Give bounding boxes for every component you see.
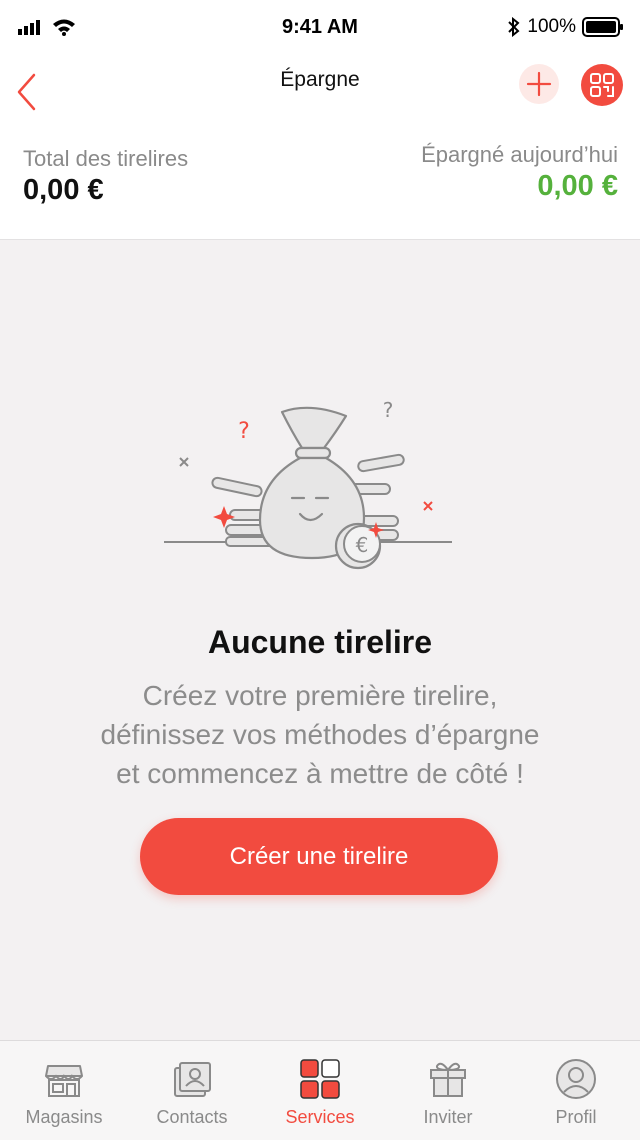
svg-text:?: ? — [383, 398, 394, 422]
status-bar: 9:41 AM 100% — [0, 0, 640, 56]
total-value: 0,00 € — [23, 174, 104, 206]
gift-icon — [430, 1062, 466, 1097]
description-line: Créez votre première tirelire, — [142, 680, 498, 711]
status-right: 100% — [507, 16, 624, 38]
svg-text:€: € — [356, 533, 369, 557]
services-grid-icon — [300, 1059, 340, 1099]
money-bag-illustration: € ? ? — [164, 398, 452, 570]
profile-icon — [556, 1059, 596, 1099]
empty-state-title: Aucune tirelire — [207, 624, 433, 660]
description-line: et commencez à mettre de côté ! — [116, 758, 524, 789]
total-label: Total des tirelires — [23, 146, 189, 171]
tab-label: Contacts — [156, 1107, 228, 1127]
bluetooth-icon — [508, 17, 520, 37]
create-piggybank-button[interactable]: Créer une tirelire — [140, 818, 498, 895]
battery-icon — [582, 17, 623, 37]
total-piggybanks: Total des tirelires 0,00 € — [23, 146, 188, 207]
tab-contacts[interactable]: Contacts — [128, 1041, 256, 1140]
tab-label: Magasins — [25, 1107, 103, 1127]
savings-summary: Total des tirelires 0,00 € Épargné aujou… — [0, 120, 640, 240]
plus-icon — [526, 71, 552, 97]
add-piggybank-button[interactable] — [519, 64, 559, 104]
tab-label: Services — [285, 1107, 355, 1127]
today-label: Épargné aujourd’hui — [421, 142, 618, 167]
qr-code-button[interactable] — [581, 64, 623, 106]
tab-bar: Magasins Contacts Services Inviter Profi… — [0, 1040, 640, 1140]
description-line: définissez vos méthodes d’épargne — [100, 719, 540, 750]
nav-bar: Épargne — [0, 56, 640, 120]
qr-code-icon — [590, 73, 614, 97]
tab-profil[interactable]: Profil — [512, 1041, 640, 1140]
tab-label: Inviter — [423, 1107, 473, 1127]
empty-state-description: Créez votre première tirelire, définisse… — [40, 676, 600, 793]
battery-percent: 100% — [527, 16, 576, 37]
saved-today: Épargné aujourd’hui 0,00 € — [421, 142, 618, 203]
today-value: 0,00 € — [537, 170, 618, 202]
tab-inviter[interactable]: Inviter — [384, 1041, 512, 1140]
contacts-icon — [174, 1062, 211, 1097]
tab-label: Profil — [555, 1107, 597, 1127]
svg-text:?: ? — [238, 419, 250, 444]
tab-magasins[interactable]: Magasins — [0, 1041, 128, 1140]
store-icon — [45, 1065, 83, 1097]
tab-services[interactable]: Services — [256, 1041, 384, 1140]
